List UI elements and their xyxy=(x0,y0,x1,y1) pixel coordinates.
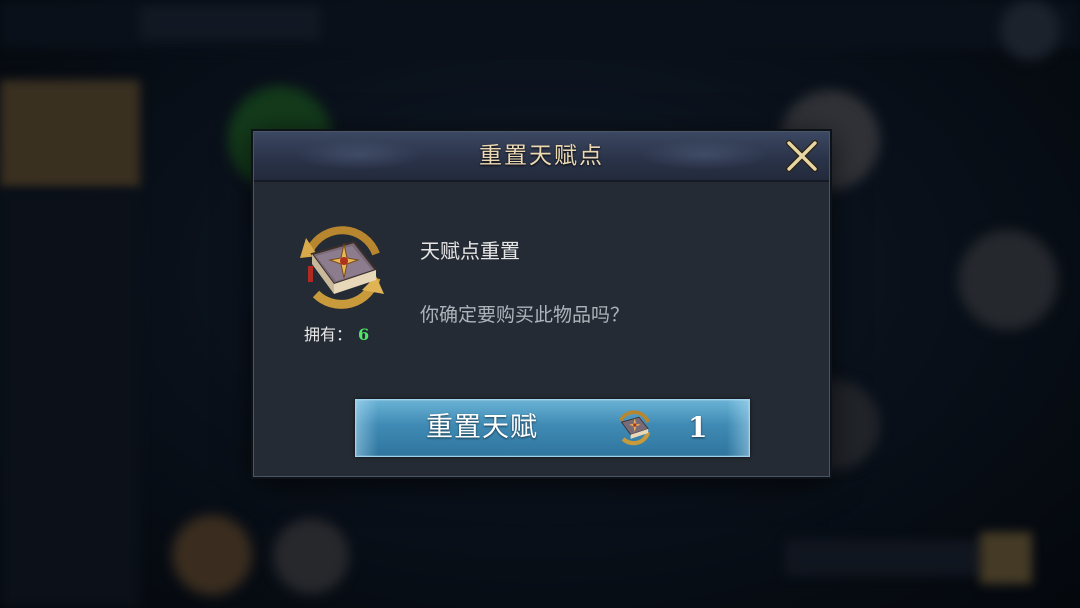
close-button[interactable] xyxy=(783,138,821,174)
owned-label: 拥有： xyxy=(304,325,353,344)
reset-button-label: 重置天赋 xyxy=(426,412,538,443)
reset-talent-button[interactable]: 重置天赋 1 xyxy=(355,399,750,457)
dialog-title: 重置天赋点 xyxy=(479,143,604,169)
dialog-header: 重置天赋点 xyxy=(254,132,829,182)
dialog-body: 拥有： 6 天赋点重置 你确定要购买此物品吗？ 重置天赋 1 xyxy=(254,182,829,476)
talent-book-icon xyxy=(612,408,656,448)
reset-talent-dialog: 重置天赋点 拥有： 6 天赋点重置 你确定要购买此物品吗？ 重置天赋 1 xyxy=(253,131,830,477)
close-x-icon xyxy=(786,140,818,172)
talent-book-icon xyxy=(292,220,392,316)
cost-amount: 1 xyxy=(688,411,708,444)
confirm-message: 你确定要购买此物品吗？ xyxy=(420,304,630,326)
owned-count-value: 6 xyxy=(358,325,370,344)
owned-count-row: 拥有： 6 xyxy=(304,321,369,345)
item-name: 天赋点重置 xyxy=(420,239,520,263)
